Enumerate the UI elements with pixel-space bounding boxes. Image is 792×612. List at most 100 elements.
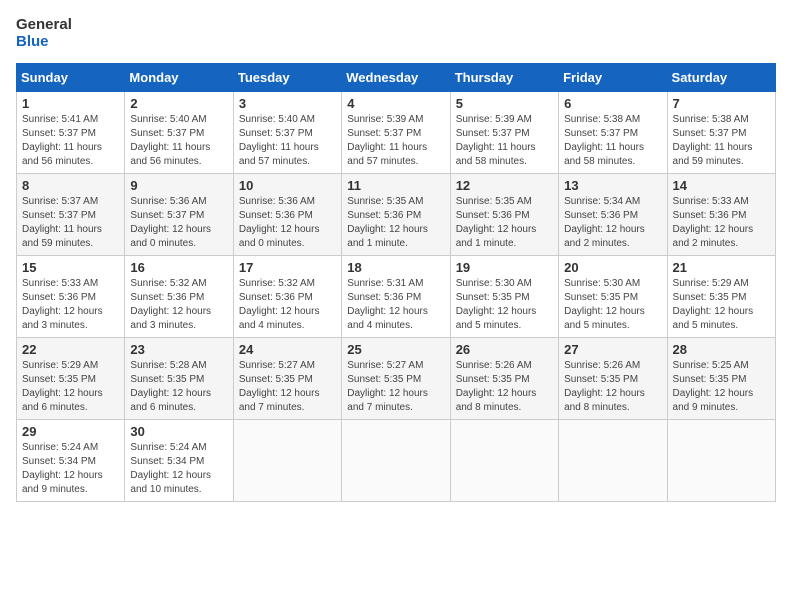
weekday-header-sunday: Sunday — [17, 63, 125, 91]
calendar-cell: 22 Sunrise: 5:29 AM Sunset: 5:35 PM Dayli… — [17, 337, 125, 419]
calendar-cell: 2 Sunrise: 5:40 AM Sunset: 5:37 PM Daylig… — [125, 91, 233, 173]
day-number: 15 — [22, 260, 119, 275]
calendar-cell: 14 Sunrise: 5:33 AM Sunset: 5:36 PM Dayli… — [667, 173, 775, 255]
calendar-cell: 17 Sunrise: 5:32 AM Sunset: 5:36 PM Dayli… — [233, 255, 341, 337]
day-number: 17 — [239, 260, 336, 275]
day-number: 27 — [564, 342, 661, 357]
calendar-week-1: 1 Sunrise: 5:41 AM Sunset: 5:37 PM Daylig… — [17, 91, 776, 173]
day-info: Sunrise: 5:38 AM Sunset: 5:37 PM Dayligh… — [564, 113, 661, 169]
weekday-header-wednesday: Wednesday — [342, 63, 450, 91]
day-number: 29 — [22, 424, 119, 439]
day-info: Sunrise: 5:40 AM Sunset: 5:37 PM Dayligh… — [130, 113, 227, 169]
day-info: Sunrise: 5:35 AM Sunset: 5:36 PM Dayligh… — [347, 195, 444, 251]
calendar-cell: 1 Sunrise: 5:41 AM Sunset: 5:37 PM Daylig… — [17, 91, 125, 173]
calendar-cell: 4 Sunrise: 5:39 AM Sunset: 5:37 PM Daylig… — [342, 91, 450, 173]
day-number: 11 — [347, 178, 444, 193]
day-number: 22 — [22, 342, 119, 357]
day-info: Sunrise: 5:30 AM Sunset: 5:35 PM Dayligh… — [564, 277, 661, 333]
day-number: 24 — [239, 342, 336, 357]
weekday-header-saturday: Saturday — [667, 63, 775, 91]
calendar-cell — [342, 419, 450, 501]
weekday-header-row: SundayMondayTuesdayWednesdayThursdayFrid… — [17, 63, 776, 91]
day-number: 13 — [564, 178, 661, 193]
day-number: 25 — [347, 342, 444, 357]
day-info: Sunrise: 5:36 AM Sunset: 5:36 PM Dayligh… — [239, 195, 336, 251]
day-info: Sunrise: 5:33 AM Sunset: 5:36 PM Dayligh… — [673, 195, 770, 251]
calendar-cell: 5 Sunrise: 5:39 AM Sunset: 5:37 PM Daylig… — [450, 91, 558, 173]
day-number: 30 — [130, 424, 227, 439]
day-info: Sunrise: 5:37 AM Sunset: 5:37 PM Dayligh… — [22, 195, 119, 251]
day-info: Sunrise: 5:26 AM Sunset: 5:35 PM Dayligh… — [456, 359, 553, 415]
calendar-cell: 18Sunrise: 5:31 AM Sunset: 5:36 PM Dayli… — [342, 255, 450, 337]
day-number: 21 — [673, 260, 770, 275]
calendar-cell: 27Sunrise: 5:26 AM Sunset: 5:35 PM Dayli… — [559, 337, 667, 419]
day-info: Sunrise: 5:32 AM Sunset: 5:36 PM Dayligh… — [130, 277, 227, 333]
logo: General Blue — [16, 16, 72, 51]
day-number: 20 — [564, 260, 661, 275]
day-number: 26 — [456, 342, 553, 357]
day-number: 1 — [22, 96, 119, 111]
calendar-cell: 25 Sunrise: 5:27 AM Sunset: 5:35 PM Dayli… — [342, 337, 450, 419]
calendar-cell: 30 Sunrise: 5:24 AM Sunset: 5:34 PM Dayli… — [125, 419, 233, 501]
calendar-cell: 26 Sunrise: 5:26 AM Sunset: 5:35 PM Dayli… — [450, 337, 558, 419]
calendar-cell: 19 Sunrise: 5:30 AM Sunset: 5:35 PM Dayli… — [450, 255, 558, 337]
day-number: 5 — [456, 96, 553, 111]
calendar-cell: 15 Sunrise: 5:33 AM Sunset: 5:36 PM Dayli… — [17, 255, 125, 337]
day-info: Sunrise: 5:30 AM Sunset: 5:35 PM Dayligh… — [456, 277, 553, 333]
logo-text1: General — [16, 16, 72, 33]
day-info: Sunrise: 5:39 AM Sunset: 5:37 PM Dayligh… — [456, 113, 553, 169]
calendar-cell: 28 Sunrise: 5:25 AM Sunset: 5:35 PM Dayli… — [667, 337, 775, 419]
calendar-cell: 6 Sunrise: 5:38 AM Sunset: 5:37 PM Daylig… — [559, 91, 667, 173]
calendar-week-3: 15 Sunrise: 5:33 AM Sunset: 5:36 PM Dayli… — [17, 255, 776, 337]
day-info: Sunrise: 5:38 AM Sunset: 5:37 PM Dayligh… — [673, 113, 770, 169]
calendar-cell: 3 Sunrise: 5:40 AM Sunset: 5:37 PM Daylig… — [233, 91, 341, 173]
day-number: 8 — [22, 178, 119, 193]
day-number: 18 — [347, 260, 444, 275]
day-number: 9 — [130, 178, 227, 193]
calendar-cell: 12Sunrise: 5:35 AM Sunset: 5:36 PM Dayli… — [450, 173, 558, 255]
day-number: 6 — [564, 96, 661, 111]
day-number: 14 — [673, 178, 770, 193]
calendar-cell — [450, 419, 558, 501]
calendar-cell: 21Sunrise: 5:29 AM Sunset: 5:35 PM Dayli… — [667, 255, 775, 337]
day-number: 28 — [673, 342, 770, 357]
weekday-header-tuesday: Tuesday — [233, 63, 341, 91]
calendar-cell: 9 Sunrise: 5:36 AM Sunset: 5:37 PM Daylig… — [125, 173, 233, 255]
day-number: 3 — [239, 96, 336, 111]
calendar-cell: 8 Sunrise: 5:37 AM Sunset: 5:37 PM Daylig… — [17, 173, 125, 255]
day-number: 10 — [239, 178, 336, 193]
calendar-cell: 10 Sunrise: 5:36 AM Sunset: 5:36 PM Dayli… — [233, 173, 341, 255]
day-info: Sunrise: 5:27 AM Sunset: 5:35 PM Dayligh… — [347, 359, 444, 415]
day-number: 16 — [130, 260, 227, 275]
day-info: Sunrise: 5:33 AM Sunset: 5:36 PM Dayligh… — [22, 277, 119, 333]
day-info: Sunrise: 5:27 AM Sunset: 5:35 PM Dayligh… — [239, 359, 336, 415]
day-info: Sunrise: 5:39 AM Sunset: 5:37 PM Dayligh… — [347, 113, 444, 169]
day-info: Sunrise: 5:35 AM Sunset: 5:36 PM Dayligh… — [456, 195, 553, 251]
calendar-table: SundayMondayTuesdayWednesdayThursdayFrid… — [16, 63, 776, 502]
day-info: Sunrise: 5:24 AM Sunset: 5:34 PM Dayligh… — [130, 441, 227, 497]
calendar-cell: 11 Sunrise: 5:35 AM Sunset: 5:36 PM Dayli… — [342, 173, 450, 255]
calendar-cell: 13 Sunrise: 5:34 AM Sunset: 5:36 PM Dayli… — [559, 173, 667, 255]
logo-text2: Blue — [16, 33, 72, 50]
day-info: Sunrise: 5:40 AM Sunset: 5:37 PM Dayligh… — [239, 113, 336, 169]
day-info: Sunrise: 5:28 AM Sunset: 5:35 PM Dayligh… — [130, 359, 227, 415]
day-info: Sunrise: 5:29 AM Sunset: 5:35 PM Dayligh… — [22, 359, 119, 415]
day-number: 23 — [130, 342, 227, 357]
day-number: 2 — [130, 96, 227, 111]
day-info: Sunrise: 5:41 AM Sunset: 5:37 PM Dayligh… — [22, 113, 119, 169]
day-info: Sunrise: 5:36 AM Sunset: 5:37 PM Dayligh… — [130, 195, 227, 251]
calendar-cell — [667, 419, 775, 501]
weekday-header-friday: Friday — [559, 63, 667, 91]
calendar-cell: 7 Sunrise: 5:38 AM Sunset: 5:37 PM Daylig… — [667, 91, 775, 173]
calendar-week-5: 29 Sunrise: 5:24 AM Sunset: 5:34 PM Dayli… — [17, 419, 776, 501]
day-number: 19 — [456, 260, 553, 275]
weekday-header-thursday: Thursday — [450, 63, 558, 91]
day-number: 7 — [673, 96, 770, 111]
day-info: Sunrise: 5:32 AM Sunset: 5:36 PM Dayligh… — [239, 277, 336, 333]
day-info: Sunrise: 5:34 AM Sunset: 5:36 PM Dayligh… — [564, 195, 661, 251]
calendar-cell — [559, 419, 667, 501]
day-info: Sunrise: 5:25 AM Sunset: 5:35 PM Dayligh… — [673, 359, 770, 415]
day-number: 4 — [347, 96, 444, 111]
calendar-cell: 20 Sunrise: 5:30 AM Sunset: 5:35 PM Dayli… — [559, 255, 667, 337]
day-info: Sunrise: 5:24 AM Sunset: 5:34 PM Dayligh… — [22, 441, 119, 497]
